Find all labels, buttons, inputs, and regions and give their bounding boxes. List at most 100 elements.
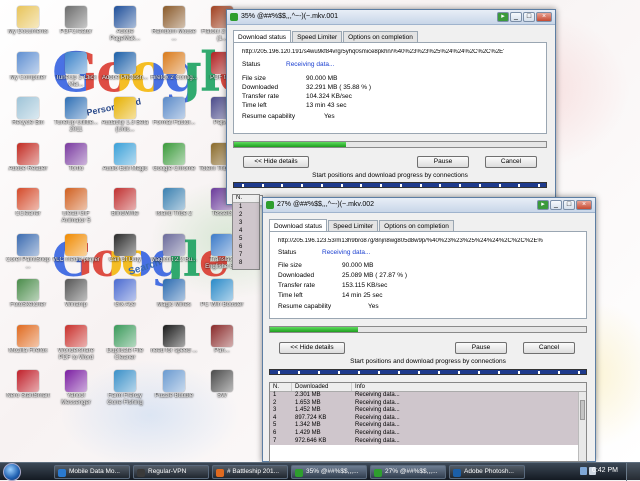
desktop-icon[interactable]: Winamp <box>52 277 100 323</box>
table-row[interactable]: 1 2.301 MB Receiving data... <box>270 392 586 400</box>
connections-grid-scrollbar[interactable] <box>578 392 586 461</box>
minimize-button[interactable]: _ <box>510 12 522 22</box>
desktop-icon[interactable]: Google Chrome <box>150 141 198 187</box>
taskbar-button[interactable]: Mobile Data Mo... <box>54 465 130 479</box>
cell-downloaded: 1.342 MB <box>295 422 321 429</box>
table-row[interactable]: 6 1.429 MB Receiving data... <box>270 429 586 438</box>
desktop-icon[interactable]: My Computer <box>4 50 52 96</box>
desktop-icon[interactable]: Firefox 2 Config... <box>150 50 198 96</box>
desktop-icon[interactable]: PDFCreator <box>52 4 100 50</box>
cancel-button[interactable]: Cancel <box>485 156 537 168</box>
desktop-icon[interactable]: PC Win Booster <box>198 277 246 323</box>
scrollbar-thumb[interactable] <box>580 400 585 420</box>
desktop-icon-label: CCleaner <box>15 211 41 217</box>
window-1-titlebar[interactable]: 35% @##%$$,,,^~-)(~.mkv.001 ▸ _ □ × <box>227 10 555 25</box>
desktop-icon[interactable]: Ramdom Mouse ... <box>150 4 198 50</box>
desktop-icon[interactable]: Farm Frenzy Gone Fishing <box>101 368 149 414</box>
network-icon[interactable] <box>580 467 587 475</box>
taskbar-button[interactable]: # Battleship 201... <box>212 465 288 479</box>
downloaded-label: Downloaded <box>242 84 279 91</box>
desktop-icon[interactable]: Adobe PageMak... <box>101 4 149 50</box>
download-status-panel: http://205.196.120.191/s4wu9kf84vrg/5yhq… <box>233 42 547 134</box>
start-button[interactable] <box>3 463 21 481</box>
desktop-icon-label: Format Factor... <box>152 120 196 126</box>
connection-marker <box>478 371 480 374</box>
connections-caption: Start positions and download progress by… <box>350 358 506 365</box>
desktop-icon-label: Adobe Reader <box>8 165 48 172</box>
desktop-icon[interactable]: Puzzle Bubble <box>150 368 198 414</box>
pause-button[interactable]: Pause <box>417 156 469 168</box>
close-button[interactable]: × <box>576 200 592 210</box>
close-button[interactable]: × <box>536 12 552 22</box>
maximize-button[interactable]: □ <box>563 200 575 210</box>
desktop-icon[interactable]: Island Tribe 2 <box>150 186 198 232</box>
desktop-icon[interactable]: TuneUp Utilitie... 2011 <box>52 95 100 141</box>
desktop-icon[interactable]: Nero StartSmart <box>4 368 52 414</box>
speed-icon[interactable]: ▸ <box>537 200 549 210</box>
desktop-icon[interactable]: need for speed ... <box>150 323 198 369</box>
connection-marker <box>340 184 343 187</box>
pause-button[interactable]: Pause <box>455 342 507 354</box>
table-row[interactable]: 4 897.724 KB Receiving data... <box>270 414 586 423</box>
speed-icon[interactable]: ▸ <box>497 12 509 22</box>
table-row[interactable]: 3 1.452 MB Receiving data... <box>270 407 586 415</box>
grid-row-number: 4 <box>239 228 243 234</box>
window-2-titlebar[interactable]: 27% @##%$$,,,^~-)(~.mkv.002 ▸ _ □ × <box>263 198 595 213</box>
hide-details-button[interactable]: << Hide details <box>279 342 345 354</box>
desktop-icon-label: VLC media player <box>52 256 100 263</box>
desktop-icon[interactable]: Mozilla Firefox <box>4 323 52 369</box>
desktop-icon[interactable]: Recycle Bin <box>4 95 52 141</box>
download-window-1[interactable]: 35% @##%$$,,,^~-)(~.mkv.001 ▸ _ □ × Down… <box>226 9 556 205</box>
resume-capability-label: Resume capability <box>278 303 332 310</box>
app-icon <box>65 279 87 301</box>
app-icon <box>114 51 136 74</box>
desktop-icon[interactable]: Magic Mines <box>150 277 198 323</box>
show-desktop-button[interactable] <box>626 463 640 481</box>
table-row[interactable]: 2 1.653 MB Receiving data... <box>270 399 586 408</box>
hide-details-button[interactable]: << Hide details <box>243 156 309 168</box>
connection-marker <box>278 371 280 374</box>
app-icon <box>163 6 185 28</box>
cell-info: Receiving data... <box>355 422 400 429</box>
desktop-icon[interactable]: Pan... <box>198 323 246 369</box>
desktop-icon-label: Mozilla Firefox <box>8 347 48 354</box>
desktop-icon[interactable]: FotoSketcher <box>4 277 52 323</box>
desktop-icon[interactable]: Audacity 1.3 Beta (Unic... <box>101 95 149 141</box>
desktop-icon[interactable]: Corel PaintShop ... <box>4 232 52 278</box>
taskbar-button[interactable]: 35% @##%$$,,,... <box>291 465 367 479</box>
minimize-button[interactable]: _ <box>550 200 562 210</box>
desktop-icon[interactable]: Format Factor... <box>150 95 198 141</box>
clock[interactable]: 6:42 PM <box>592 467 618 474</box>
desktop-icon[interactable]: VLC media player <box>52 232 100 278</box>
desktop-icon[interactable]: TuneUp 1-Click Mai... <box>52 50 100 96</box>
desktop-icon[interactable]: Wondershare PDF to Word <box>52 323 100 369</box>
desktop-icon-label: My Computer <box>9 74 46 81</box>
desktop-icon[interactable]: Duplicate File Cleaner <box>101 323 149 369</box>
desktop-icon[interactable]: Adobe Reader <box>4 141 52 187</box>
desktop-icon[interactable]: Audio Edit Magic <box>101 141 149 187</box>
desktop-icon[interactable]: BlindWrite <box>101 186 149 232</box>
desktop-icon[interactable]: Gfx Ace <box>101 277 149 323</box>
app-icon <box>65 324 87 347</box>
desktop-icon[interactable]: Call Of Duty <box>101 232 149 278</box>
taskbar-button[interactable]: 27% @##%$$,,,... <box>370 465 446 479</box>
connection-marker <box>438 371 440 374</box>
desktop-icon[interactable]: Adobe Photosh... <box>101 50 149 96</box>
cancel-button[interactable]: Cancel <box>523 342 575 354</box>
desktop-icon[interactable]: Ulead GIF Animator 5 <box>52 186 100 232</box>
taskbar-button[interactable]: Adobe Photosh... <box>449 465 525 479</box>
transfer-rate-label: Transfer rate <box>242 93 279 100</box>
table-row[interactable]: 5 1.342 MB Receiving data... <box>270 422 586 430</box>
download-window-2[interactable]: 27% @##%$$,,,^~-)(~.mkv.002 ▸ _ □ × Down… <box>262 197 596 462</box>
desktop-icon[interactable]: Magicbit 2.2 Bu... <box>150 232 198 278</box>
desktop-icon[interactable]: Tortlo <box>52 141 100 187</box>
maximize-button[interactable]: □ <box>523 12 535 22</box>
table-row[interactable]: 7 972.646 KB Receiving data... <box>270 437 586 446</box>
desktop-icon[interactable]: SW <box>198 368 246 414</box>
desktop-icon[interactable]: CCleaner <box>4 186 52 232</box>
desktop-icon[interactable]: Yahoo! Messenger <box>52 368 100 414</box>
taskbar-button[interactable]: Regular-VPN <box>133 465 209 479</box>
app-icon <box>163 97 185 119</box>
desktop-icon[interactable]: My Documents <box>4 4 52 50</box>
desktop-icon-label: Magicbit 2.2 Bu... <box>150 256 198 263</box>
